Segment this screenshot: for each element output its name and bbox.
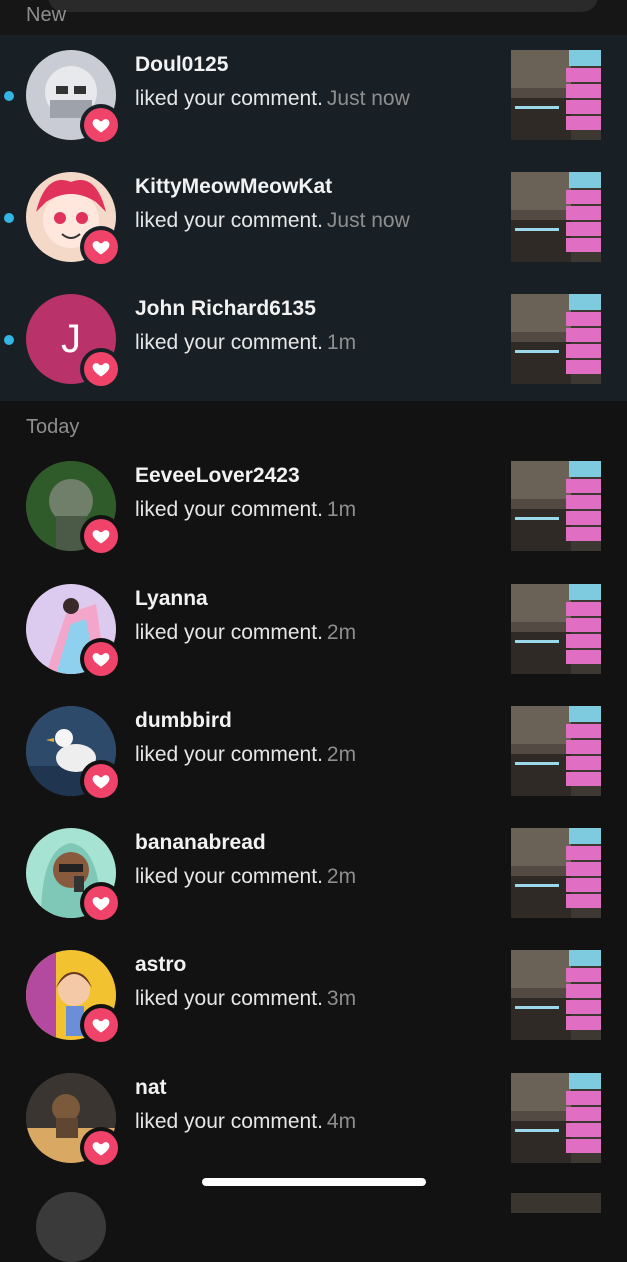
heart-icon	[91, 893, 111, 913]
top-bar	[0, 0, 627, 35]
notification-row[interactable]: nat liked your comment. 4m	[0, 1058, 627, 1180]
unread-dot	[4, 213, 14, 223]
notification-row[interactable]: KittyMeowMeowKat liked your comment. Just…	[0, 157, 627, 279]
heart-icon	[91, 237, 111, 257]
username[interactable]: astro	[135, 953, 186, 977]
video-thumbnail[interactable]	[511, 950, 601, 1040]
activity-text: liked your comment. 2m	[135, 865, 357, 888]
timestamp: Just now	[326, 209, 410, 232]
notification-row[interactable]: J John Richard6135 liked your comment. 1m	[0, 279, 627, 401]
heart-badge	[80, 515, 122, 557]
video-thumbnail[interactable]	[511, 584, 601, 674]
username[interactable]: Lyanna	[135, 587, 208, 611]
activity-text: liked your comment. 2m	[135, 621, 357, 644]
heart-badge	[80, 1127, 122, 1169]
video-thumbnail[interactable]	[511, 1073, 601, 1163]
heart-icon	[91, 1138, 111, 1158]
activity-text: liked your comment. Just now	[135, 209, 410, 232]
timestamp: 4m	[326, 1110, 357, 1133]
avatar[interactable]	[36, 1192, 106, 1262]
new-section-label: New	[26, 4, 67, 26]
activity-text: liked your comment. 4m	[135, 1110, 357, 1133]
heart-badge	[80, 638, 122, 680]
heart-icon	[91, 526, 111, 546]
username[interactable]: John Richard6135	[135, 297, 316, 321]
notification-row[interactable]: Lyanna liked your comment. 2m	[0, 569, 627, 691]
username[interactable]: EeveeLover2423	[135, 464, 300, 488]
notification-row[interactable]: dumbbird liked your comment. 2m	[0, 691, 627, 813]
heart-badge	[80, 882, 122, 924]
activity-text: liked your comment. 3m	[135, 987, 357, 1010]
notification-row[interactable]: Doul0125 liked your comment. Just now	[0, 35, 627, 157]
heart-badge	[80, 226, 122, 268]
heart-badge	[80, 104, 122, 146]
timestamp: 2m	[326, 865, 357, 888]
video-thumbnail[interactable]	[511, 1193, 601, 1213]
username[interactable]: KittyMeowMeowKat	[135, 175, 332, 199]
activity-text: liked your comment. 2m	[135, 743, 357, 766]
username[interactable]: nat	[135, 1076, 167, 1100]
today-section-label: Today	[26, 416, 80, 438]
timestamp: 2m	[326, 743, 357, 766]
timestamp: 2m	[326, 621, 357, 644]
video-thumbnail[interactable]	[511, 706, 601, 796]
heart-badge	[80, 348, 122, 390]
notification-row[interactable]: bananabread liked your comment. 2m	[0, 813, 627, 935]
heart-icon	[91, 649, 111, 669]
video-thumbnail[interactable]	[511, 50, 601, 140]
heart-icon	[91, 359, 111, 379]
unread-dot	[4, 335, 14, 345]
heart-badge	[80, 760, 122, 802]
activity-text: liked your comment. 1m	[135, 331, 357, 354]
username[interactable]: bananabread	[135, 831, 266, 855]
video-thumbnail[interactable]	[511, 461, 601, 551]
heart-icon	[91, 1015, 111, 1035]
activity-text: liked your comment. 1m	[135, 498, 357, 521]
video-thumbnail[interactable]	[511, 172, 601, 262]
home-indicator[interactable]	[202, 1178, 426, 1186]
timestamp: 1m	[326, 498, 357, 521]
video-thumbnail[interactable]	[511, 294, 601, 384]
username[interactable]: dumbbird	[135, 709, 232, 733]
notification-row[interactable]: astro liked your comment. 3m	[0, 935, 627, 1057]
activity-text: liked your comment. Just now	[135, 87, 410, 110]
notification-row[interactable]: EeveeLover2423 liked your comment. 1m	[0, 446, 627, 568]
video-thumbnail[interactable]	[511, 828, 601, 918]
timestamp: 1m	[326, 331, 357, 354]
heart-icon	[91, 115, 111, 135]
search-bar[interactable]	[48, 0, 598, 12]
username[interactable]: Doul0125	[135, 53, 228, 77]
heart-icon	[91, 771, 111, 791]
heart-badge	[80, 1004, 122, 1046]
unread-dot	[4, 91, 14, 101]
timestamp: 3m	[326, 987, 357, 1010]
timestamp: Just now	[326, 87, 410, 110]
